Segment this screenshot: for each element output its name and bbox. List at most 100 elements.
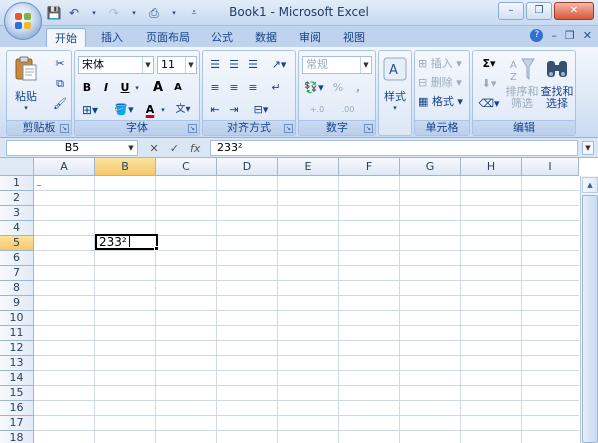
autosum-icon[interactable]: Σ▾ [477, 55, 501, 73]
formula-input[interactable]: 233² [210, 140, 578, 156]
column-header-b[interactable]: B [95, 158, 156, 176]
align-bottom-icon[interactable]: ☰ [244, 56, 262, 74]
orientation-icon[interactable]: ↗▾ [267, 56, 291, 74]
row-header-16[interactable]: 16 [0, 401, 34, 416]
styles-button[interactable]: A 样式 ▾ [380, 55, 410, 112]
wrap-text-icon[interactable]: ↵ [267, 79, 285, 97]
row-header-3[interactable]: 3 [0, 206, 34, 221]
shrink-font-button[interactable]: A [169, 79, 187, 97]
dialog-launcher-icon[interactable]: ↘ [364, 124, 373, 133]
align-center-icon[interactable]: ≡ [225, 79, 243, 97]
font-size-select[interactable]: 11 ▼ [157, 56, 197, 74]
expand-formula-bar-icon[interactable]: ▼ [582, 141, 594, 155]
cut-icon[interactable]: ✂ [51, 55, 69, 73]
tab-insert[interactable]: 插入 [94, 28, 130, 47]
decrease-indent-icon[interactable]: ⇤ [206, 101, 224, 119]
column-header-f[interactable]: F [339, 158, 400, 176]
name-box[interactable]: B5 ▼ [6, 140, 138, 156]
underline-dropdown-icon[interactable]: ▾ [133, 79, 141, 97]
row-header-15[interactable]: 15 [0, 386, 34, 401]
row-header-18[interactable]: 18 [0, 431, 34, 443]
scrollbar-thumb[interactable] [582, 195, 598, 443]
row-header-7[interactable]: 7 [0, 266, 34, 281]
row-header-2[interactable]: 2 [0, 191, 34, 206]
row-header-9[interactable]: 9 [0, 296, 34, 311]
column-header-g[interactable]: G [400, 158, 461, 176]
row-header-4[interactable]: 4 [0, 221, 34, 236]
select-all-corner[interactable] [0, 158, 34, 176]
office-button[interactable] [4, 2, 42, 40]
fill-handle[interactable] [154, 246, 159, 251]
font-color-button[interactable]: A [141, 101, 159, 119]
increase-indent-icon[interactable]: ⇥ [225, 101, 243, 119]
column-header-c[interactable]: C [156, 158, 217, 176]
paste-button[interactable]: 粘贴 ▾ [11, 55, 41, 112]
tab-formulas[interactable]: 公式 [204, 28, 240, 47]
merge-center-icon[interactable]: ⊟▾ [248, 101, 274, 119]
row-header-6[interactable]: 6 [0, 251, 34, 266]
align-top-icon[interactable]: ☰ [206, 56, 224, 74]
help-icon[interactable]: ? [530, 29, 544, 42]
worksheet-grid[interactable]: ABCDEFGHI 1 2 3 4 5 6 7 8 9 10 11 12 13 14 15 16 17 18 ~ … [0, 158, 598, 443]
align-left-icon[interactable]: ≡ [206, 79, 224, 97]
dialog-launcher-icon[interactable]: ↘ [284, 124, 293, 133]
font-color-dropdown-icon[interactable]: ▾ [159, 101, 167, 119]
delete-cells-button[interactable]: ⊟ 删除 ▾ [418, 74, 462, 92]
percent-button[interactable]: % [329, 79, 347, 97]
row-header-17[interactable]: 17 [0, 416, 34, 431]
minimize-button[interactable]: – [498, 2, 524, 20]
column-header-h[interactable]: H [461, 158, 522, 176]
row-header-5[interactable]: 5 [0, 236, 34, 251]
italic-button[interactable]: I [97, 79, 115, 97]
restore-button[interactable]: ❐ [526, 2, 552, 20]
tab-review[interactable]: 审阅 [292, 28, 328, 47]
minimize-ribbon-icon[interactable]: – [551, 29, 557, 42]
comma-button[interactable]: , [349, 79, 367, 97]
cancel-entry-icon[interactable]: ✕ [150, 142, 159, 155]
tab-home[interactable]: 开始 [46, 28, 86, 47]
row-header-14[interactable]: 14 [0, 371, 34, 386]
copy-icon[interactable]: ⧉ [51, 75, 69, 93]
row-header-10[interactable]: 10 [0, 311, 34, 326]
format-cells-button[interactable]: ▦ 格式 ▾ [418, 93, 463, 111]
dialog-launcher-icon[interactable]: ↘ [60, 124, 69, 133]
tab-data[interactable]: 数据 [248, 28, 284, 47]
column-header-e[interactable]: E [278, 158, 339, 176]
dialog-launcher-icon[interactable]: ↘ [188, 124, 197, 133]
grow-font-button[interactable]: A [149, 79, 167, 97]
font-name-select[interactable]: 宋体 ▼ [78, 56, 154, 74]
enter-entry-icon[interactable]: ✓ [170, 142, 179, 155]
row-header-13[interactable]: 13 [0, 356, 34, 371]
insert-function-icon[interactable]: fx [190, 142, 200, 155]
number-format-select[interactable]: 常规 ▼ [302, 56, 372, 74]
bold-button[interactable]: B [78, 79, 96, 97]
tab-view[interactable]: 视图 [336, 28, 372, 47]
scroll-up-icon[interactable]: ▲ [582, 177, 598, 193]
column-header-d[interactable]: D [217, 158, 278, 176]
increase-decimal-button[interactable]: +.0 [305, 101, 329, 119]
sort-filter-button[interactable]: A Z 排序和 筛选 [505, 55, 539, 110]
clear-icon[interactable]: ⌫▾ [477, 95, 501, 113]
format-painter-icon[interactable]: 🖌 [51, 95, 69, 113]
decrease-decimal-button[interactable]: .00 [335, 101, 361, 119]
currency-icon[interactable]: 💱▾ [302, 79, 326, 97]
active-cell[interactable]: 233² [95, 234, 159, 251]
restore-workbook-icon[interactable]: ❐ [565, 29, 575, 42]
row-header-12[interactable]: 12 [0, 341, 34, 356]
align-middle-icon[interactable]: ☰ [225, 56, 243, 74]
underline-button[interactable]: U [116, 79, 134, 97]
close-button[interactable]: ✕ [554, 2, 594, 20]
row-header-8[interactable]: 8 [0, 281, 34, 296]
column-header-a[interactable]: A [34, 158, 95, 176]
row-header-1[interactable]: 1 [0, 176, 34, 191]
fill-color-icon[interactable]: 🪣▾ [111, 101, 137, 119]
find-select-button[interactable]: 查找和 选择 [539, 55, 575, 110]
insert-cells-button[interactable]: ⊞ 插入 ▾ [418, 55, 462, 73]
close-workbook-icon[interactable]: ✕ [583, 29, 592, 42]
column-header-i[interactable]: I [522, 158, 579, 176]
row-header-11[interactable]: 11 [0, 326, 34, 341]
tab-page-layout[interactable]: 页面布局 [140, 28, 196, 47]
phonetic-icon[interactable]: 文▾ [171, 101, 195, 119]
borders-icon[interactable]: ⊞▾ [78, 101, 102, 119]
chevron-down-icon[interactable]: ▼ [125, 141, 137, 155]
